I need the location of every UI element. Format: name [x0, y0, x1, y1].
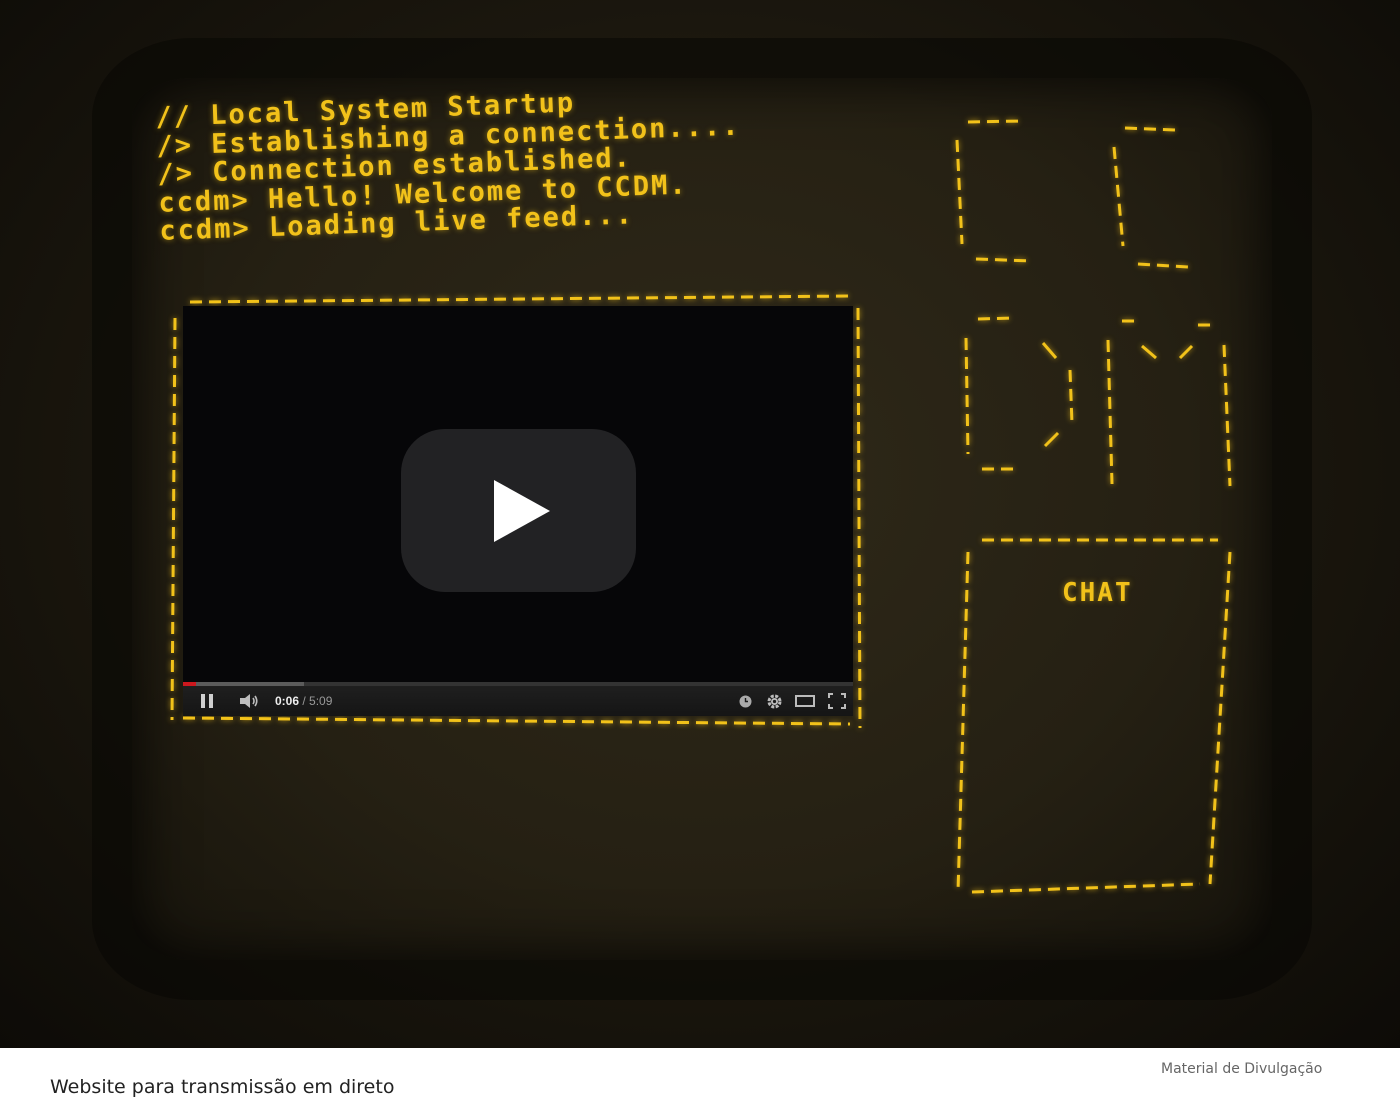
image-caption: Website para transmissão em direto	[50, 1076, 395, 1098]
chat-ascii-frame	[956, 538, 1232, 894]
chat-title: CHAT	[1062, 578, 1133, 608]
image-credit: Material de Divulgação	[1161, 1061, 1323, 1077]
crt-monitor: // Local System Startup /> Establishing …	[0, 0, 1400, 1048]
chat-panel[interactable]	[975, 620, 1215, 875]
